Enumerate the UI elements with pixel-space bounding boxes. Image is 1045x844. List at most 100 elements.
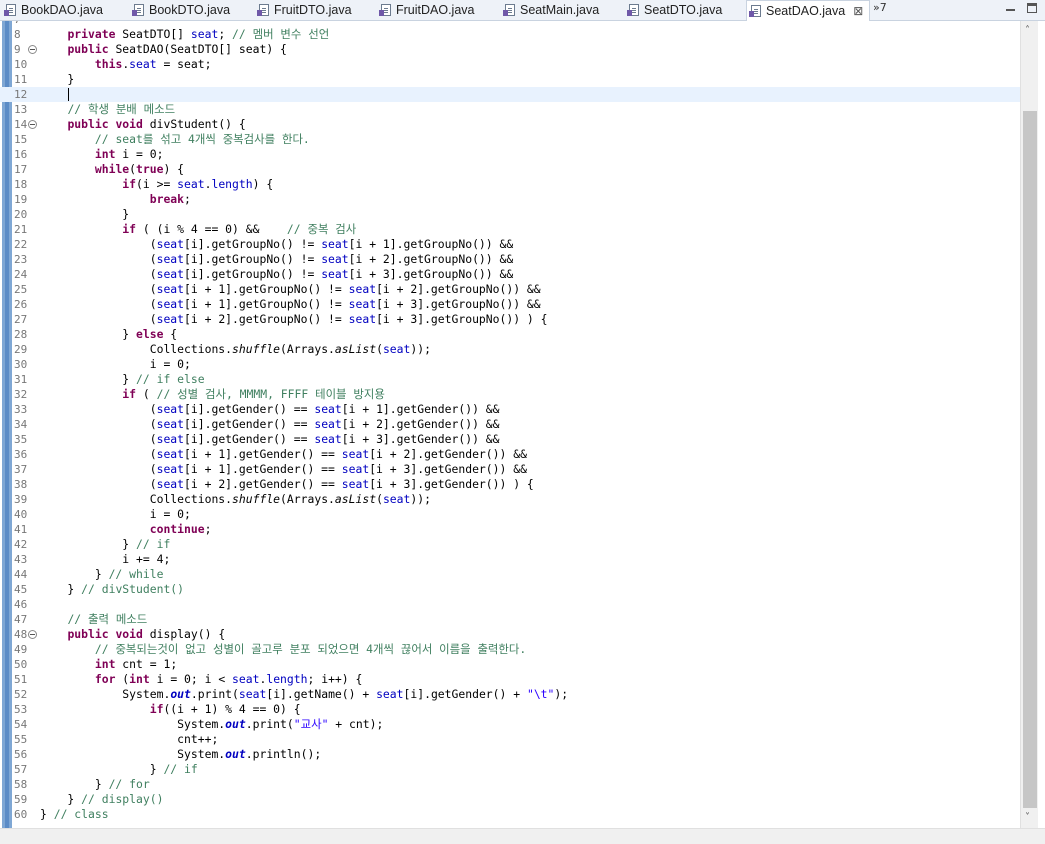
line-number: 20: [14, 208, 28, 221]
code-line[interactable]: 40 i = 0;: [0, 507, 1020, 522]
tab-bookdao[interactable]: BookDAO.java: [4, 0, 103, 20]
code-line[interactable]: 37 (seat[i + 1].getGender() == seat[i + …: [0, 462, 1020, 477]
code-line[interactable]: 19 break;: [0, 192, 1020, 207]
code-line[interactable]: 58 } // for: [0, 777, 1020, 792]
code-line[interactable]: 54 System.out.print("교사" + cnt);: [0, 717, 1020, 732]
code-line[interactable]: 45 } // divStudent(): [0, 582, 1020, 597]
fold-collapse-icon[interactable]: [28, 630, 37, 639]
code-line[interactable]: 47 // 출력 메소드: [0, 612, 1020, 627]
code-line[interactable]: 44 } // while: [0, 567, 1020, 582]
code-line[interactable]: 51 for (int i = 0; i < seat.length; i++)…: [0, 672, 1020, 687]
code-text: (seat[i + 2].getGroupNo() != seat[i + 3]…: [40, 312, 548, 326]
code-line[interactable]: 52 System.out.print(seat[i].getName() + …: [0, 687, 1020, 702]
code-line[interactable]: 49 // 중복되는것이 없고 성별이 골고루 분포 되었으면 4개씩 끊어서 …: [0, 642, 1020, 657]
line-number: 47: [14, 613, 28, 626]
scrollbar-thumb[interactable]: [1023, 111, 1037, 808]
line-number: 30: [14, 358, 28, 371]
code-line[interactable]: 24 (seat[i].getGroupNo() != seat[i + 3].…: [0, 267, 1020, 282]
code-line[interactable]: 9 public SeatDAO(SeatDTO[] seat) {: [0, 42, 1020, 57]
line-number: 46: [14, 598, 28, 611]
close-icon[interactable]: ⊠: [853, 4, 863, 18]
code-line[interactable]: 57 } // if: [0, 762, 1020, 777]
chevron-down-icon[interactable]: ˅: [1025, 812, 1030, 823]
line-number: 10: [14, 58, 28, 71]
vertical-scrollbar[interactable]: ˄ ˅: [1020, 21, 1039, 828]
code-line[interactable]: 42 } // if: [0, 537, 1020, 552]
tab-seatmain[interactable]: SeatMain.java: [503, 0, 599, 20]
code-line[interactable]: 33 (seat[i].getGender() == seat[i + 1].g…: [0, 402, 1020, 417]
line-number: 53: [14, 703, 28, 716]
code-line[interactable]: 43 i += 4;: [0, 552, 1020, 567]
tab-label: SeatDAO.java: [766, 4, 846, 18]
code-line[interactable]: 27 (seat[i + 2].getGroupNo() != seat[i +…: [0, 312, 1020, 327]
line-number: 21: [14, 223, 28, 236]
minimize-button[interactable]: [1006, 3, 1015, 11]
line-number: 14: [14, 118, 28, 131]
horizontal-scrollbar[interactable]: [0, 828, 1045, 844]
code-line[interactable]: 29 Collections.shuffle(Arrays.asList(sea…: [0, 342, 1020, 357]
code-editor[interactable]: 78 private SeatDTO[] seat; // 멤버 변수 선언9 …: [0, 21, 1020, 828]
code-line[interactable]: 31 } // if else: [0, 372, 1020, 387]
code-line[interactable]: 56 System.out.println();: [0, 747, 1020, 762]
fold-collapse-icon[interactable]: [28, 45, 37, 54]
tab-fruitdto[interactable]: FruitDTO.java: [257, 0, 352, 20]
code-line[interactable]: 22 (seat[i].getGroupNo() != seat[i + 1].…: [0, 237, 1020, 252]
line-number: 31: [14, 373, 28, 386]
code-line[interactable]: 35 (seat[i].getGender() == seat[i + 3].g…: [0, 432, 1020, 447]
java-file-icon: [132, 4, 144, 16]
code-line[interactable]: 12: [0, 87, 1020, 102]
code-text: // 중복되는것이 없고 성별이 골고루 분포 되었으면 4개씩 끊어서 이름을…: [94, 642, 527, 656]
code-line[interactable]: 53 if((i + 1) % 4 == 0) {: [0, 702, 1020, 717]
code-line[interactable]: 25 (seat[i + 1].getGroupNo() != seat[i +…: [0, 282, 1020, 297]
code-line[interactable]: 32 if ( // 성별 검사, MMMM, FFFF 테이블 방지용: [0, 387, 1020, 402]
tab-label: SeatDTO.java: [644, 3, 723, 17]
code-line[interactable]: 60} // class: [0, 807, 1020, 822]
code-line[interactable]: 15 // seat를 섞고 4개씩 중복검사를 한다.: [0, 132, 1020, 147]
chevron-up-icon[interactable]: ˄: [1025, 25, 1030, 36]
code-line[interactable]: 36 (seat[i + 1].getGender() == seat[i + …: [0, 447, 1020, 462]
code-line[interactable]: 11 }: [0, 72, 1020, 87]
tab-fruitdao[interactable]: FruitDAO.java: [379, 0, 475, 20]
code-line[interactable]: 39 Collections.shuffle(Arrays.asList(sea…: [0, 492, 1020, 507]
code-line[interactable]: 34 (seat[i].getGender() == seat[i + 2].g…: [0, 417, 1020, 432]
code-line[interactable]: 46: [0, 597, 1020, 612]
code-line[interactable]: 21 if ( (i % 4 == 0) && // 중복 검사: [0, 222, 1020, 237]
code-text: (seat[i].getGender() == seat[i + 3].getG…: [40, 432, 500, 446]
code-line[interactable]: 30 i = 0;: [0, 357, 1020, 372]
tab-bookdto[interactable]: BookDTO.java: [132, 0, 230, 20]
code-line[interactable]: 28 } else {: [0, 327, 1020, 342]
line-number: 40: [14, 508, 28, 521]
code-text: int cnt = 1;: [94, 657, 178, 671]
code-text: } // if: [40, 762, 198, 776]
code-line[interactable]: 23 (seat[i].getGroupNo() != seat[i + 2].…: [0, 252, 1020, 267]
line-number: 51: [14, 673, 28, 686]
line-number: 33: [14, 403, 28, 416]
code-line[interactable]: 41 continue;: [0, 522, 1020, 537]
code-text: // 학생 분배 메소드: [67, 102, 176, 116]
fold-collapse-icon[interactable]: [28, 120, 37, 129]
code-line[interactable]: 48 public void display() {: [0, 627, 1020, 642]
code-line[interactable]: 14 public void divStudent() {: [0, 117, 1020, 132]
code-line[interactable]: 13 // 학생 분배 메소드: [0, 102, 1020, 117]
code-line[interactable]: 18 if(i >= seat.length) {: [0, 177, 1020, 192]
tab-seatdao[interactable]: SeatDAO.java ⊠: [746, 0, 871, 21]
tab-seatdto[interactable]: SeatDTO.java: [627, 0, 723, 20]
code-line[interactable]: 20 }: [0, 207, 1020, 222]
code-line[interactable]: 59 } // display(): [0, 792, 1020, 807]
code-line[interactable]: 16 int i = 0;: [0, 147, 1020, 162]
code-line[interactable]: 38 (seat[i + 2].getGender() == seat[i + …: [0, 477, 1020, 492]
tab-label: FruitDAO.java: [396, 3, 475, 17]
tab-label: FruitDTO.java: [274, 3, 352, 17]
tab-overflow-button[interactable]: »7: [873, 1, 887, 14]
code-line[interactable]: 10 this.seat = seat;: [0, 57, 1020, 72]
code-line[interactable]: 26 (seat[i + 1].getGroupNo() != seat[i +…: [0, 297, 1020, 312]
maximize-button[interactable]: [1027, 3, 1037, 13]
code-line[interactable]: 8 private SeatDTO[] seat; // 멤버 변수 선언: [0, 27, 1020, 42]
overview-ruler: [1038, 21, 1045, 828]
code-text: System.out.print(seat[i].getName() + sea…: [40, 687, 569, 701]
code-line[interactable]: 50 int cnt = 1;: [0, 657, 1020, 672]
line-number: 22: [14, 238, 28, 251]
code-line[interactable]: 17 while(true) {: [0, 162, 1020, 177]
code-line[interactable]: 55 cnt++;: [0, 732, 1020, 747]
code-text: break;: [149, 192, 191, 206]
